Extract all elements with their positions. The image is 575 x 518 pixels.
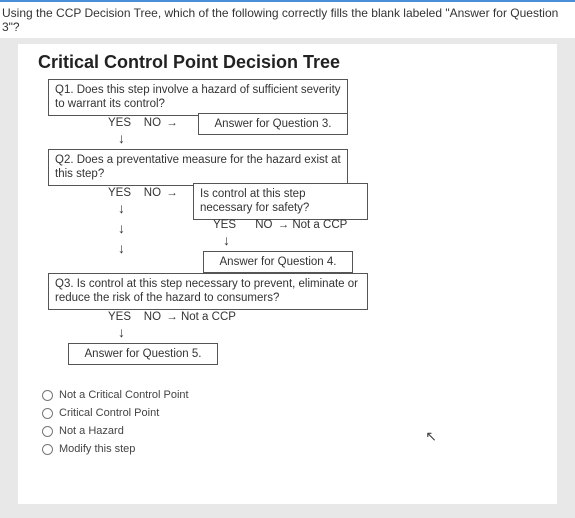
- q3-notccp: Not a CCP: [181, 311, 236, 323]
- option-2[interactable]: Not a Hazard: [42, 425, 537, 437]
- q2-sub-no: NO: [255, 219, 272, 231]
- arrow-down-icon: ↓: [118, 241, 125, 255]
- q2-box: Q2. Does a preventative measure for the …: [48, 149, 348, 186]
- option-label: Not a Hazard: [59, 425, 124, 437]
- q3-box: Q3. Is control at this step necessary to…: [48, 273, 368, 310]
- q1-box: Q1. Does this step involve a hazard of s…: [48, 79, 348, 116]
- cursor-icon: ↖: [425, 428, 437, 445]
- q1-yes: YES: [108, 117, 131, 129]
- arrow-right-icon: [164, 187, 178, 199]
- q2-yesno: YES NO: [108, 187, 178, 199]
- arrow-right-icon: [164, 311, 178, 323]
- option-label: Modify this step: [59, 443, 135, 455]
- arrow-down-icon: ↓: [118, 201, 125, 215]
- radio-icon[interactable]: [42, 444, 53, 455]
- q3-no: NO: [144, 311, 161, 323]
- arrow-down-icon: ↓: [223, 233, 230, 247]
- question-prompt: Using the CCP Decision Tree, which of th…: [0, 0, 575, 38]
- q2-no: NO: [144, 187, 161, 199]
- arrow-right-icon: [164, 117, 178, 129]
- arrow-down-icon: ↓: [118, 325, 125, 339]
- arrow-right-icon: [276, 219, 290, 231]
- q1-no: NO: [144, 117, 161, 129]
- arrow-down-icon: ↓: [118, 221, 125, 235]
- q2-sub-answer-box: Answer for Question 4.: [203, 251, 353, 273]
- diagram-title: Critical Control Point Decision Tree: [38, 52, 537, 73]
- q1-answer-box: Answer for Question 3.: [198, 113, 348, 135]
- option-3[interactable]: Modify this step: [42, 443, 537, 455]
- q2-sub-yes: YES: [213, 219, 236, 231]
- q3-yes: YES: [108, 311, 131, 323]
- arrow-down-icon: ↓: [118, 131, 125, 145]
- q2-sub-box: Is control at this step necessary for sa…: [193, 183, 368, 220]
- q2-sub-yesno: YES NO Not a CCP: [213, 219, 347, 231]
- q2-sub-notccp: Not a CCP: [292, 219, 347, 231]
- q3-yesno: YES NO Not a CCP: [108, 311, 236, 323]
- radio-icon[interactable]: [42, 426, 53, 437]
- q1-yesno: YES NO: [108, 117, 178, 129]
- q3-answer-box: Answer for Question 5.: [68, 343, 218, 365]
- page-content: Critical Control Point Decision Tree Q1.…: [18, 44, 557, 504]
- q2-yes: YES: [108, 187, 131, 199]
- decision-tree: Q1. Does this step involve a hazard of s…: [38, 79, 537, 419]
